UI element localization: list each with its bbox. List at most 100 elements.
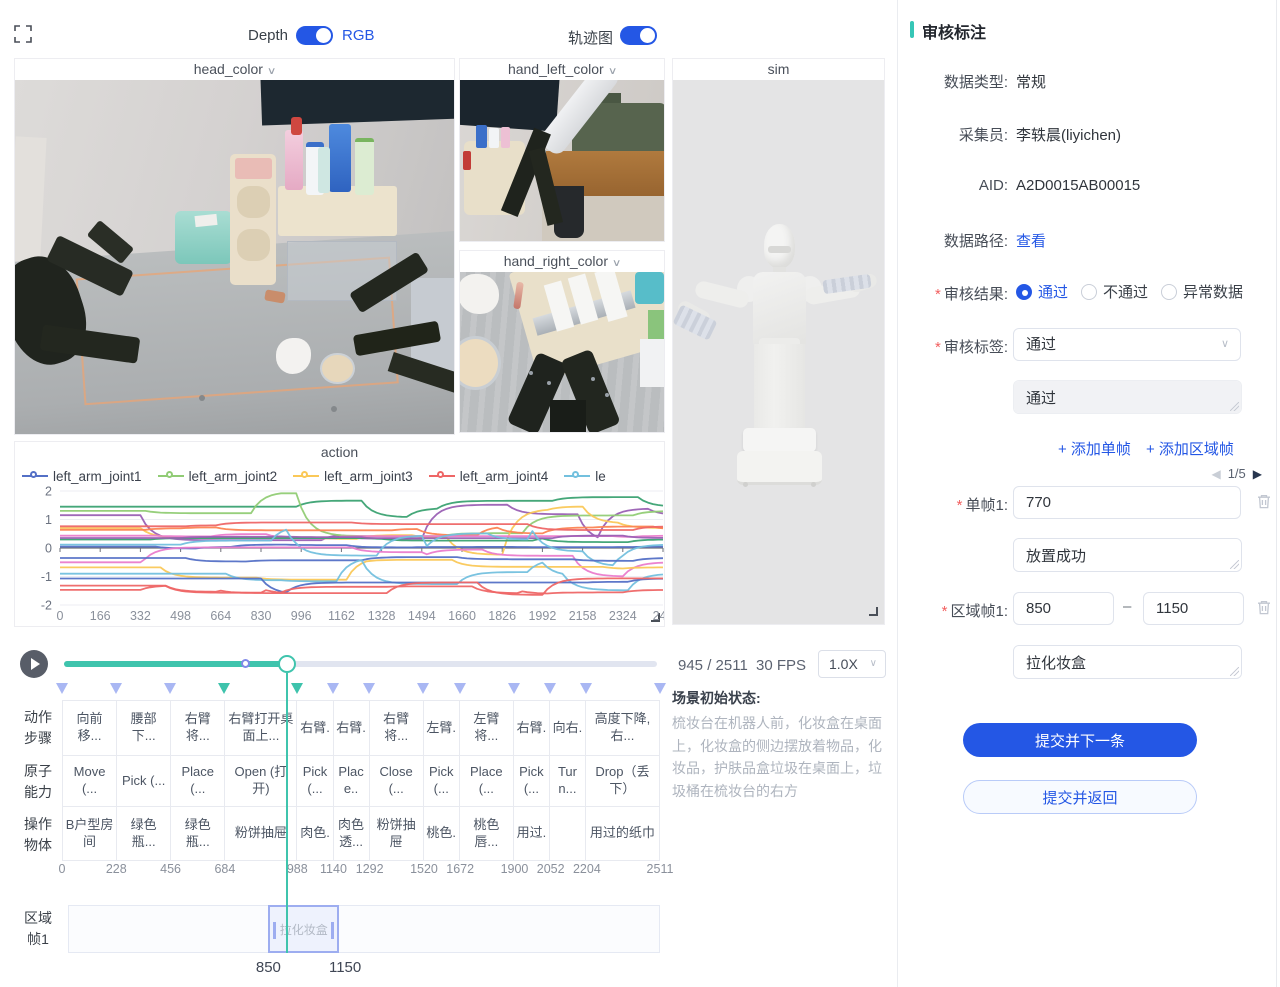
legend-page-indicator: 1/5 bbox=[1228, 466, 1246, 481]
result-radio-不通过[interactable]: 不通过 bbox=[1081, 281, 1148, 302]
step-boundary-marker-icon[interactable] bbox=[363, 683, 375, 694]
hand-left-camera-title-dropdown[interactable]: hand_left_color∨ bbox=[460, 59, 664, 80]
step-action-cell[interactable]: 左臂将... bbox=[460, 701, 513, 756]
legend-item[interactable]: left_arm_joint2 bbox=[158, 469, 278, 484]
legend-marker-icon bbox=[564, 469, 590, 483]
legend-item[interactable]: left_arm_joint4 bbox=[429, 469, 549, 484]
step-boundary-marker-icon[interactable] bbox=[654, 683, 666, 694]
step-boundary-marker-icon[interactable] bbox=[417, 683, 429, 694]
delete-region-frame-icon[interactable] bbox=[1256, 599, 1272, 616]
cosmetic-tube bbox=[329, 124, 351, 191]
step-boundary-marker-icon[interactable] bbox=[508, 683, 520, 694]
step-object-cell[interactable]: 粉饼抽屉 bbox=[370, 807, 423, 860]
step-object-cell[interactable]: 肉色透... bbox=[334, 807, 369, 860]
review-tag-note-textarea[interactable]: 通过 bbox=[1013, 380, 1242, 414]
legend-item[interactable]: left_arm_joint3 bbox=[293, 469, 413, 484]
radio-icon[interactable] bbox=[1161, 284, 1177, 300]
step-ability-cell[interactable]: Place (... bbox=[460, 756, 513, 807]
legend-next-icon[interactable]: ▶ bbox=[1253, 467, 1262, 481]
region-frame-block[interactable]: 拉化妆盒 bbox=[268, 905, 339, 953]
radio-icon[interactable] bbox=[1016, 284, 1032, 300]
playback-speed-select[interactable]: 1.0X∨ bbox=[818, 650, 886, 678]
step-action-cell[interactable]: 右臂. bbox=[297, 701, 332, 756]
submit-and-next-button[interactable]: 提交并下一条 bbox=[963, 723, 1197, 757]
step-action-cell[interactable]: 右臂. bbox=[334, 701, 369, 756]
head-camera-title-dropdown[interactable]: head_color∨ bbox=[15, 59, 454, 80]
step-ability-cell[interactable]: Pick (... bbox=[297, 756, 332, 807]
fullscreen-icon[interactable] bbox=[14, 25, 32, 43]
add-single-frame-link[interactable]: + 添加单帧 bbox=[1058, 438, 1131, 459]
single-frame-label: *单帧1: bbox=[898, 494, 1008, 515]
single-frame-input[interactable] bbox=[1013, 486, 1241, 519]
step-boundary-marker-icon[interactable] bbox=[580, 683, 592, 694]
step-boundary-marker-icon[interactable] bbox=[218, 683, 230, 694]
step-action-cell[interactable]: 右臂将... bbox=[171, 701, 224, 756]
legend-prev-icon[interactable]: ◀ bbox=[1211, 467, 1220, 481]
playback-slider-handle[interactable] bbox=[278, 655, 296, 673]
step-boundary-marker-icon[interactable] bbox=[164, 683, 176, 694]
step-ability-cell[interactable]: Close (... bbox=[370, 756, 423, 807]
region-end-input[interactable] bbox=[1143, 592, 1244, 625]
step-action-cell[interactable]: 高度下降, 右... bbox=[586, 701, 659, 756]
scrollbar-track[interactable] bbox=[1276, 0, 1277, 987]
svg-text:830: 830 bbox=[251, 609, 272, 623]
region-drag-handle-left[interactable] bbox=[273, 922, 276, 939]
submit-and-return-button[interactable]: 提交并返回 bbox=[963, 780, 1197, 814]
step-boundary-marker-icon[interactable] bbox=[56, 683, 68, 694]
step-action-cell[interactable]: 向右. bbox=[550, 701, 585, 756]
step-ability-cell[interactable]: Pick (... bbox=[424, 756, 459, 807]
region-frame-note-textarea[interactable]: 拉化妆盒 bbox=[1013, 645, 1242, 679]
delete-single-frame-icon[interactable] bbox=[1256, 493, 1272, 510]
robot-gripper-right bbox=[349, 264, 454, 406]
resize-grip-icon[interactable] bbox=[1230, 560, 1239, 569]
legend-pagination: ◀ 1/5 ▶ bbox=[1211, 466, 1262, 481]
step-action-cell[interactable]: 腰部下... bbox=[117, 701, 170, 756]
step-ability-cell[interactable]: Turn... bbox=[550, 756, 585, 807]
review-tag-select[interactable]: 通过∨ bbox=[1013, 328, 1241, 361]
depth-rgb-toggle[interactable] bbox=[296, 26, 333, 45]
data-path-view-link[interactable]: 查看 bbox=[1016, 230, 1046, 251]
step-object-cell[interactable]: 绿色瓶... bbox=[171, 807, 224, 860]
radio-icon[interactable] bbox=[1081, 284, 1097, 300]
add-region-frame-link[interactable]: + 添加区域帧 bbox=[1146, 438, 1234, 459]
legend-item[interactable]: left_arm_joint1 bbox=[22, 469, 142, 484]
step-boundary-marker-icon[interactable] bbox=[110, 683, 122, 694]
region-start-input[interactable] bbox=[1013, 592, 1114, 625]
result-radio-通过[interactable]: 通过 bbox=[1016, 281, 1068, 302]
step-ability-cell[interactable]: Drop（丢下） bbox=[586, 756, 659, 807]
step-boundary-marker-icon[interactable] bbox=[544, 683, 556, 694]
step-boundary-marker-icon[interactable] bbox=[291, 683, 303, 694]
resize-grip-icon[interactable] bbox=[1230, 402, 1239, 411]
step-ability-cell[interactable]: Move (... bbox=[63, 756, 116, 807]
step-object-cell[interactable]: 桃色. bbox=[424, 807, 459, 860]
resize-grip-icon[interactable] bbox=[1230, 667, 1239, 676]
step-boundary-marker-icon[interactable] bbox=[327, 683, 339, 694]
svg-text:332: 332 bbox=[130, 609, 151, 623]
region-drag-handle-right[interactable] bbox=[331, 922, 334, 939]
play-button[interactable] bbox=[20, 650, 48, 678]
step-object-cell[interactable]: B户型房间 bbox=[63, 807, 116, 860]
single-frame-note-textarea[interactable]: 放置成功 bbox=[1013, 538, 1242, 572]
step-ability-cell[interactable]: Place.. bbox=[334, 756, 369, 807]
step-action-cell[interactable]: 向前移... bbox=[63, 701, 116, 756]
step-object-cell[interactable] bbox=[550, 807, 585, 860]
hand-right-camera-title-dropdown[interactable]: hand_right_color∨ bbox=[460, 251, 664, 272]
step-ability-cell[interactable]: Place (... bbox=[171, 756, 224, 807]
step-action-cell[interactable]: 右臂. bbox=[514, 701, 549, 756]
step-object-cell[interactable]: 绿色瓶... bbox=[117, 807, 170, 860]
hand-left-camera-view bbox=[460, 80, 664, 241]
result-radio-异常数据[interactable]: 异常数据 bbox=[1161, 281, 1243, 302]
step-ability-cell[interactable]: Pick (... bbox=[117, 756, 170, 807]
step-action-cell[interactable]: 左臂. bbox=[424, 701, 459, 756]
dark-board bbox=[460, 80, 560, 132]
resize-handle[interactable] bbox=[869, 607, 878, 616]
step-action-cell[interactable]: 右臂将... bbox=[370, 701, 423, 756]
step-boundary-marker-icon[interactable] bbox=[454, 683, 466, 694]
step-object-cell[interactable]: 用过的纸巾 bbox=[586, 807, 659, 860]
legend-item[interactable]: le bbox=[564, 469, 606, 484]
step-object-cell[interactable]: 桃色唇... bbox=[460, 807, 513, 860]
step-object-cell[interactable]: 用过. bbox=[514, 807, 549, 860]
trajectory-toggle[interactable] bbox=[620, 26, 657, 45]
step-ability-cell[interactable]: Pick (... bbox=[514, 756, 549, 807]
step-object-cell[interactable]: 肉色. bbox=[297, 807, 332, 860]
